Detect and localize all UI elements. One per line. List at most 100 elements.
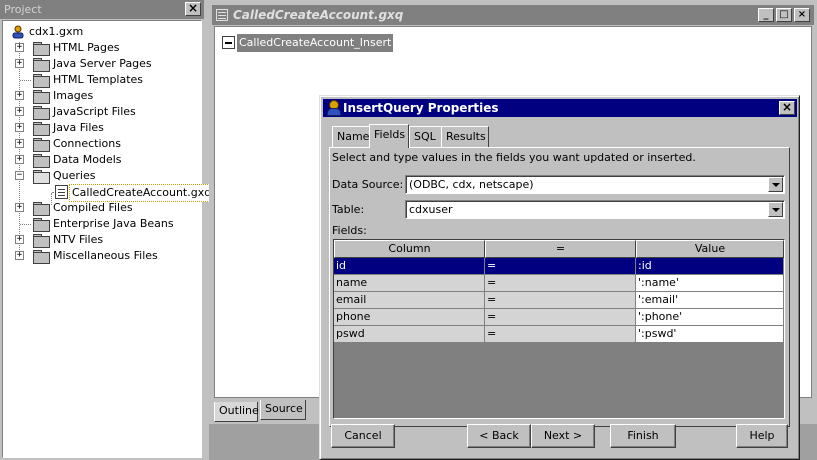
- tab-source[interactable]: Source: [260, 400, 306, 420]
- cell-value[interactable]: ':pswd': [636, 326, 784, 343]
- project-tree: cdx1.gxm + HTML Pages + Java Server Page…: [2, 20, 215, 458]
- insert-query-icon: [222, 36, 235, 49]
- cell-column[interactable]: name: [334, 275, 485, 292]
- cell-column[interactable]: id: [334, 258, 485, 275]
- dialog-user-icon: [326, 100, 341, 116]
- tree-item-label: HTML Templates: [53, 73, 144, 86]
- cell-column[interactable]: pswd: [334, 326, 485, 343]
- chevron-down-icon[interactable]: [768, 202, 783, 217]
- cell-value[interactable]: :id: [636, 258, 784, 275]
- tree-item-data-models[interactable]: + Data Models: [15, 152, 195, 168]
- back-button[interactable]: < Back: [467, 424, 531, 448]
- close-button[interactable]: ×: [794, 8, 810, 22]
- cell-value[interactable]: ':name': [636, 275, 784, 292]
- project-close-button[interactable]: ×: [185, 2, 201, 16]
- tree-item-html-templates[interactable]: HTML Templates: [15, 72, 195, 88]
- grid-header-column[interactable]: Column: [334, 240, 485, 258]
- folder-icon: [33, 58, 50, 72]
- dialog-titlebar: InsertQuery Properties ×: [323, 99, 797, 117]
- maximize-button[interactable]: □: [776, 8, 792, 22]
- minimize-button[interactable]: _: [758, 8, 774, 22]
- expand-icon[interactable]: +: [15, 203, 24, 212]
- expand-icon[interactable]: +: [15, 91, 24, 100]
- next-button[interactable]: Next >: [531, 424, 595, 448]
- query-node-label: CalledCreateAccount_Insert: [237, 34, 394, 52]
- tree-item-java-server-pages[interactable]: + Java Server Pages: [15, 56, 195, 72]
- expand-icon[interactable]: +: [15, 251, 24, 260]
- table-label: Table:: [332, 203, 365, 216]
- tree-item-label: Miscellaneous Files: [53, 249, 158, 262]
- tree-item-queries[interactable]: − Queries: [15, 168, 195, 184]
- folder-icon: [33, 42, 50, 56]
- cell-operator[interactable]: =: [485, 258, 636, 275]
- table-select[interactable]: cdxuser: [405, 200, 785, 219]
- project-titlebar: Project ×: [0, 0, 204, 19]
- help-button[interactable]: Help: [736, 424, 788, 448]
- tree-item-images[interactable]: + Images: [15, 88, 195, 104]
- tree-item-enterprise-java-beans[interactable]: Enterprise Java Beans: [15, 216, 195, 232]
- cell-value[interactable]: ':email': [636, 292, 784, 309]
- tree-item-compiled-files[interactable]: + Compiled Files: [15, 200, 195, 216]
- tree-item-java-files[interactable]: + Java Files: [15, 120, 195, 136]
- tree-item-html-pages[interactable]: + HTML Pages: [15, 40, 195, 56]
- expand-icon[interactable]: +: [15, 43, 24, 52]
- tree-item-ntv-files[interactable]: + NTV Files: [15, 232, 195, 248]
- folder-icon: [33, 74, 50, 88]
- chevron-down-icon[interactable]: [768, 177, 783, 192]
- cell-operator[interactable]: =: [485, 326, 636, 343]
- cell-column[interactable]: email: [334, 292, 485, 309]
- folder-icon: [33, 90, 50, 104]
- tree-item-label: Enterprise Java Beans: [53, 217, 174, 230]
- expand-icon[interactable]: +: [15, 155, 24, 164]
- expand-icon[interactable]: +: [15, 107, 24, 116]
- project-file-icon: [11, 25, 25, 39]
- tree-item-label: Images: [53, 89, 94, 102]
- fields-grid[interactable]: Column = Value id = :id name = ':name' e…: [333, 239, 785, 419]
- cell-operator[interactable]: =: [485, 292, 636, 309]
- query-node[interactable]: CalledCreateAccount_Insert: [222, 34, 394, 52]
- cell-operator[interactable]: =: [485, 275, 636, 292]
- tree-item-query-file[interactable]: CalledCreateAccount.gxq: [39, 184, 215, 202]
- tree-item-connections[interactable]: + Connections: [15, 136, 195, 152]
- folder-icon: [33, 106, 50, 120]
- cell-value[interactable]: ':phone': [636, 309, 784, 326]
- expand-icon[interactable]: +: [15, 123, 24, 132]
- tree-item-label: NTV Files: [53, 233, 104, 246]
- finish-button[interactable]: Finish: [610, 424, 676, 448]
- insert-query-properties-dialog: InsertQuery Properties × Name Fields SQL…: [319, 95, 800, 460]
- tree-connector: [20, 224, 31, 225]
- tree-connector: [20, 80, 31, 81]
- folder-icon: [33, 234, 50, 248]
- dialog-close-button[interactable]: ×: [779, 101, 795, 115]
- data-source-value: (ODBC, cdx, netscape): [409, 178, 534, 191]
- cell-operator[interactable]: =: [485, 309, 636, 326]
- grid-header-value[interactable]: Value: [636, 240, 784, 258]
- tree-item-label: Data Models: [53, 153, 122, 166]
- cancel-button[interactable]: Cancel: [331, 424, 395, 448]
- expand-icon[interactable]: +: [15, 59, 24, 68]
- cell-column[interactable]: phone: [334, 309, 485, 326]
- folder-icon: [33, 218, 50, 232]
- tab-outline[interactable]: Outline: [214, 402, 259, 422]
- tree-item-miscellaneous-files[interactable]: + Miscellaneous Files: [15, 248, 195, 264]
- tree-root[interactable]: cdx1.gxm: [11, 24, 191, 40]
- tab-name[interactable]: Name: [332, 126, 370, 147]
- tab-results[interactable]: Results: [441, 126, 489, 147]
- tree-item-label: JavaScript Files: [53, 105, 136, 118]
- table-value: cdxuser: [409, 203, 453, 216]
- dialog-title: InsertQuery Properties: [343, 101, 499, 115]
- tree-item-javascript-files[interactable]: + JavaScript Files: [15, 104, 195, 120]
- expand-icon[interactable]: +: [15, 139, 24, 148]
- folder-icon: [33, 202, 50, 216]
- data-source-select[interactable]: (ODBC, cdx, netscape): [405, 175, 785, 194]
- document-icon: [216, 9, 228, 21]
- tab-fields[interactable]: Fields: [369, 124, 409, 148]
- fields-label: Fields:: [332, 224, 367, 237]
- grid-header-operator[interactable]: =: [485, 240, 636, 258]
- collapse-icon[interactable]: −: [15, 171, 24, 180]
- folder-icon: [33, 154, 50, 168]
- tree-item-label: Compiled Files: [53, 201, 133, 214]
- tab-sql[interactable]: SQL: [409, 126, 442, 147]
- folder-icon: [33, 138, 50, 152]
- expand-icon[interactable]: +: [15, 235, 24, 244]
